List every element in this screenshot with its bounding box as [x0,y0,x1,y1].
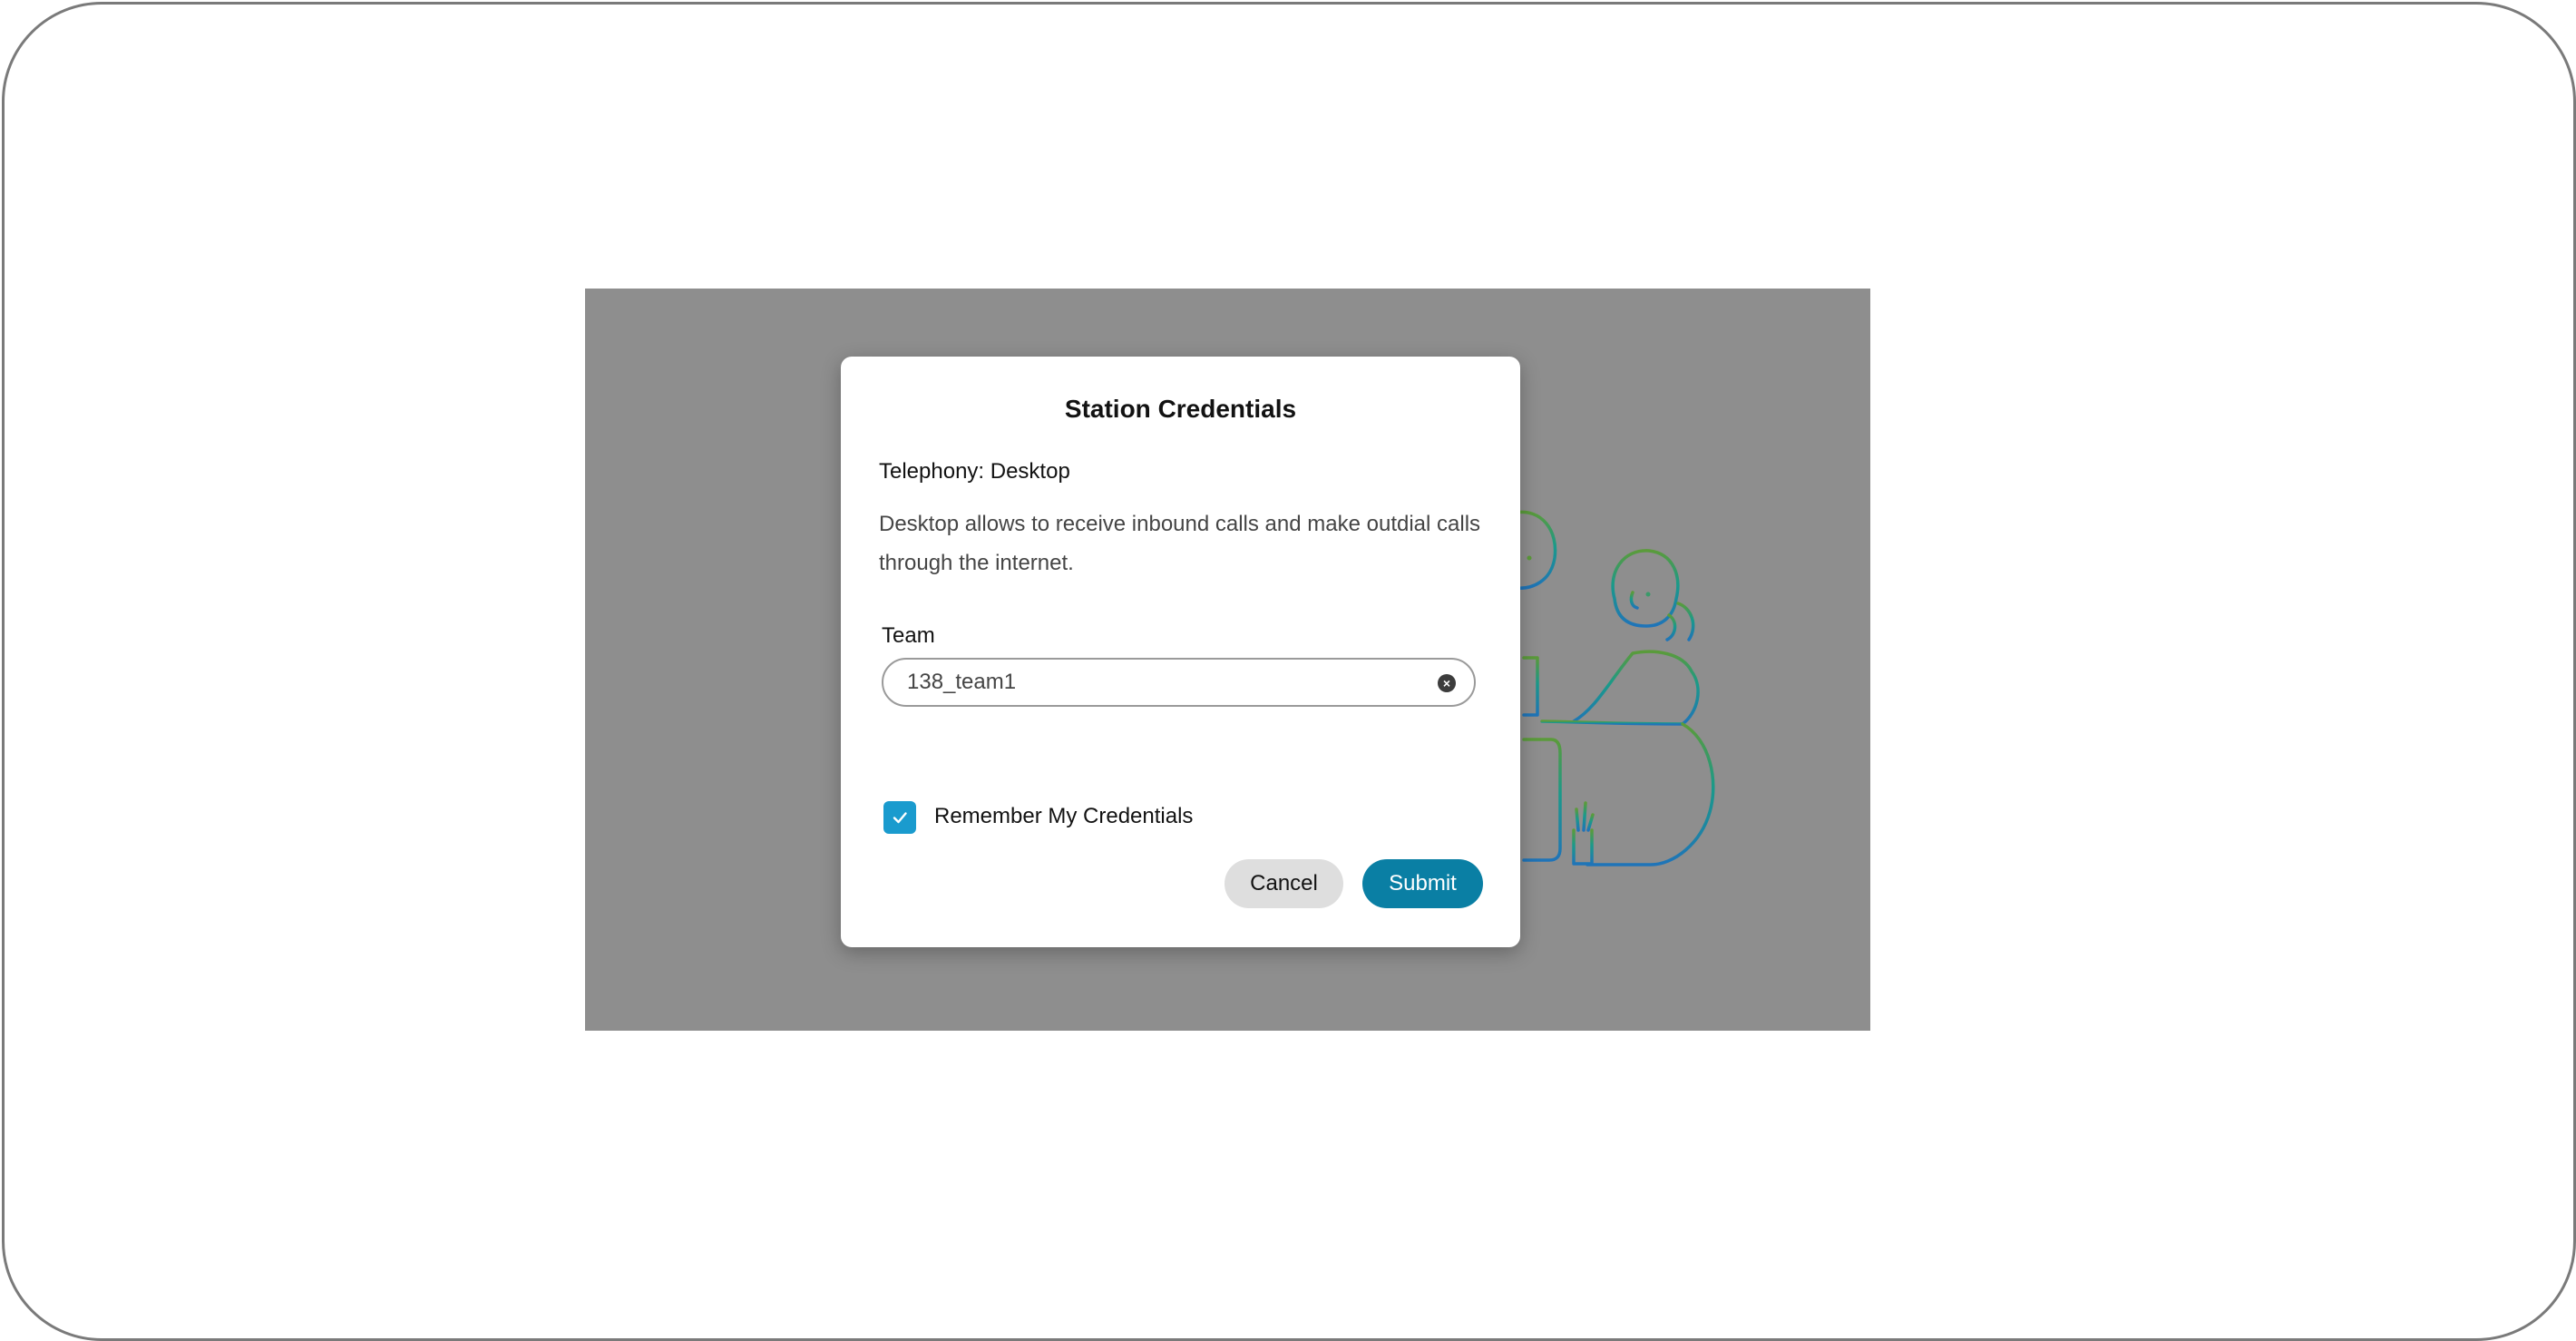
dialog-title: Station Credentials [1064,395,1297,423]
remember-credentials-checkbox[interactable] [883,801,916,834]
checkmark-icon [893,812,907,824]
agents-illustration [1513,510,1715,866]
clear-circle-icon[interactable]: × [1438,674,1456,692]
cancel-button[interactable]: Cancel [1225,859,1343,908]
team-select[interactable]: 138_team1 × [882,658,1476,707]
team-label: Team [882,623,935,648]
team-value: 138_team1 [907,670,1017,694]
telephony-label: Telephony: Desktop [879,459,1070,484]
telephony-description: Desktop allows to receive inbound calls … [879,512,1481,575]
station-credentials-dialog: Station Credentials Telephony: Desktop D… [841,357,1520,947]
submit-button[interactable]: Submit [1362,859,1483,908]
remember-credentials-label[interactable]: Remember My Credentials [934,804,1193,829]
